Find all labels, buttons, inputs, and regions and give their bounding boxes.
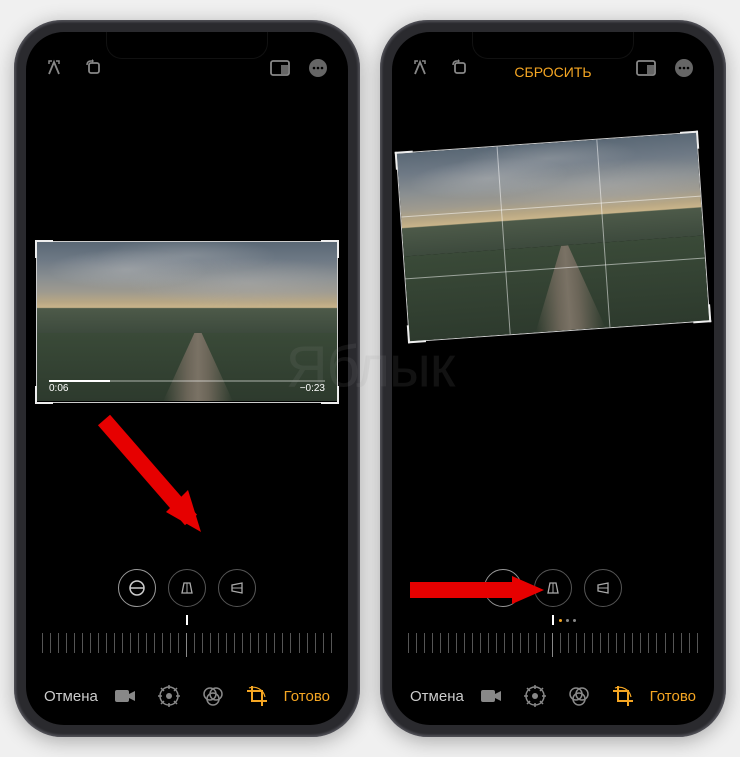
phone-right: СБРОСИТЬ -6	[380, 20, 726, 737]
screen: СБРОСИТЬ -6	[392, 32, 714, 725]
notch	[106, 32, 268, 59]
horizontal-perspective-button[interactable]	[218, 569, 256, 607]
notch	[472, 32, 634, 59]
dial-scale	[392, 633, 714, 653]
bottombar: Отмена Готово	[26, 675, 348, 725]
vertical-perspective-button[interactable]	[168, 569, 206, 607]
adjustment-dial[interactable]	[392, 615, 714, 675]
filters-tab-icon[interactable]	[202, 685, 224, 707]
aspect-icon[interactable]	[634, 56, 658, 80]
crop-tab-icon[interactable]	[612, 685, 634, 707]
rotate-icon[interactable]	[448, 56, 472, 80]
video-time: 0:06 −0:23	[49, 383, 325, 394]
video-frame[interactable]: 0:06 −0:23	[36, 241, 338, 403]
filters-tab-icon[interactable]	[568, 685, 590, 707]
screen: 0:06 −0:23 Отмена	[26, 32, 348, 725]
adjust-tab-icon[interactable]	[158, 685, 180, 707]
dial-center-marker	[186, 615, 188, 625]
video-tab-icon[interactable]	[114, 685, 136, 707]
done-button[interactable]: Готово	[650, 688, 696, 705]
more-icon[interactable]	[306, 56, 330, 80]
adjustment-dial[interactable]	[26, 615, 348, 675]
phone-left: 0:06 −0:23 Отмена	[14, 20, 360, 737]
cancel-button[interactable]: Отмена	[410, 688, 464, 705]
cancel-button[interactable]: Отмена	[44, 688, 98, 705]
dial-indicator-dots	[559, 619, 576, 622]
flip-icon[interactable]	[410, 56, 434, 80]
bottombar: Отмена Готово	[392, 675, 714, 725]
preview-area	[392, 82, 714, 561]
annotation-arrow	[96, 412, 216, 547]
video-progress[interactable]	[49, 380, 325, 382]
done-button[interactable]: Готово	[284, 688, 330, 705]
flip-icon[interactable]	[44, 56, 68, 80]
straighten-button[interactable]	[118, 569, 156, 607]
elapsed-time: 0:06	[49, 383, 68, 394]
dial-scale	[26, 633, 348, 653]
adjustment-tools	[26, 561, 348, 615]
rotate-icon[interactable]	[82, 56, 106, 80]
reset-button[interactable]: СБРОСИТЬ	[514, 64, 591, 80]
horizontal-perspective-button[interactable]	[584, 569, 622, 607]
video-frame[interactable]	[396, 132, 711, 343]
crop-tab-icon[interactable]	[246, 685, 268, 707]
video-tab-icon[interactable]	[480, 685, 502, 707]
aspect-icon[interactable]	[268, 56, 292, 80]
annotation-arrow	[404, 572, 554, 613]
more-icon[interactable]	[672, 56, 696, 80]
remaining-time: −0:23	[300, 383, 325, 394]
adjust-tab-icon[interactable]	[524, 685, 546, 707]
dial-center-marker	[552, 615, 554, 625]
